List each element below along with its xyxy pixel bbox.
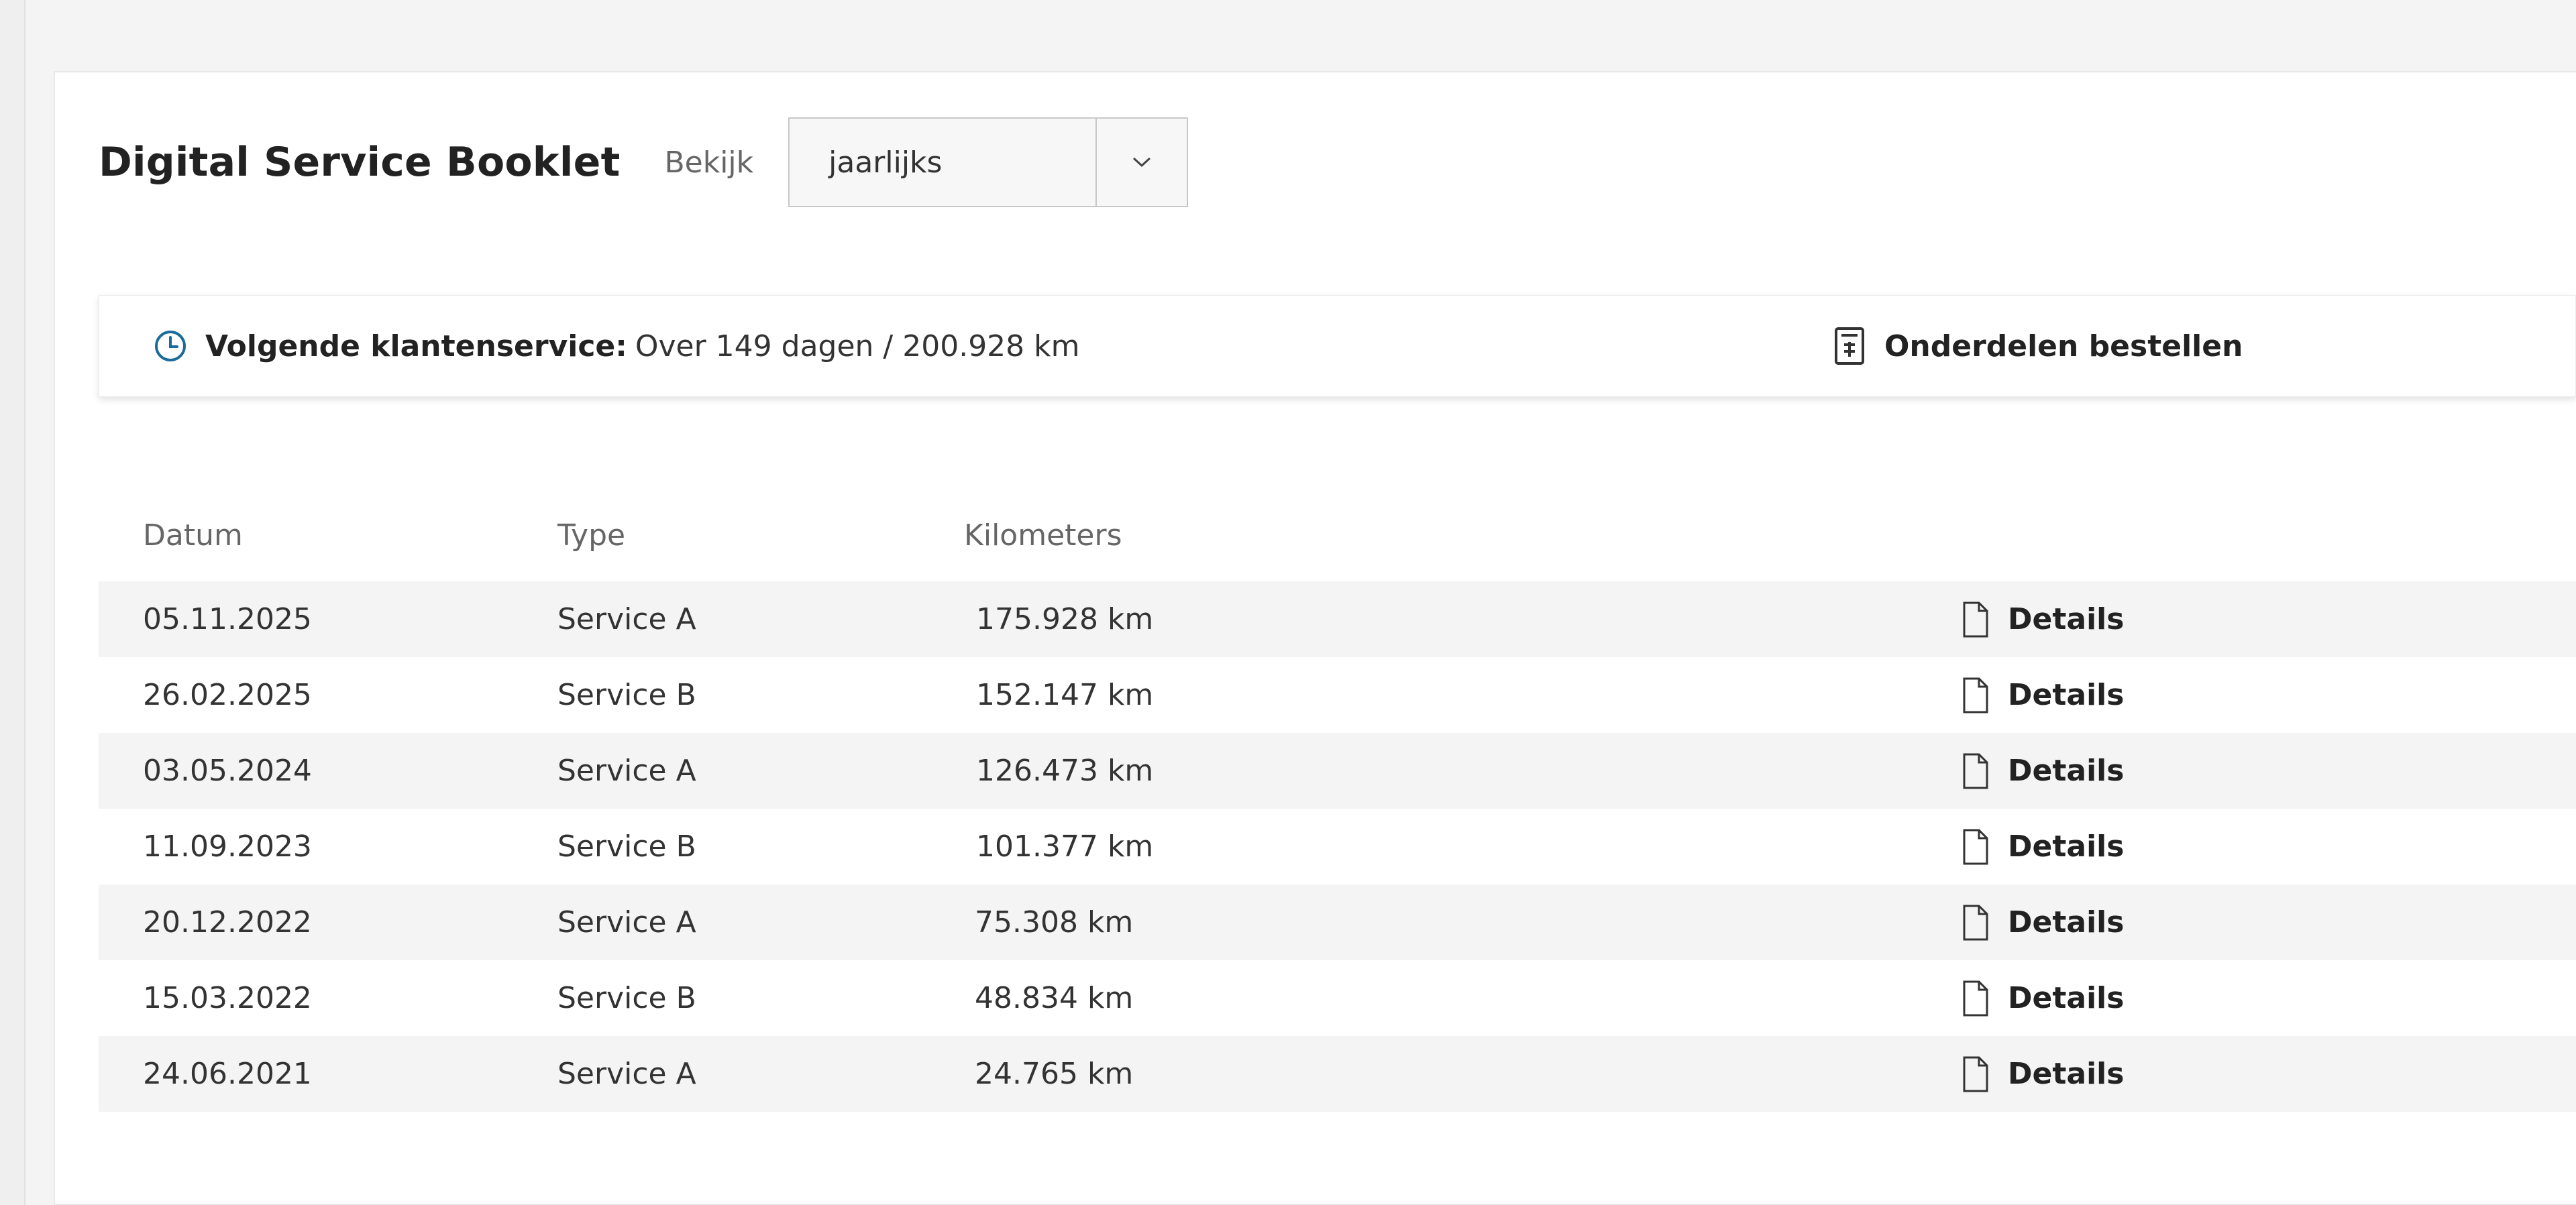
view-label: Bekijk — [664, 145, 754, 180]
info-bar: Volgende klantenservice: Over 149 dagen … — [99, 295, 2576, 397]
page-left-edge — [0, 0, 25, 1205]
details-link[interactable]: Details — [1962, 809, 2124, 884]
row-kilometers: 175.928 km — [976, 602, 1154, 636]
row-kilometers: 126.473 km — [976, 754, 1154, 788]
table-row: 03.05.2024 Service A 126.473 km Details — [99, 733, 2576, 809]
view-select-value: jaarlijks — [790, 119, 1097, 206]
table-header: Datum Type Kilometers — [99, 506, 2576, 581]
row-date: 24.06.2021 — [143, 1057, 312, 1091]
clock-icon — [153, 329, 188, 363]
parts-list-icon — [1833, 326, 1866, 366]
details-label: Details — [2008, 905, 2125, 939]
row-kilometers: 75.308 km — [975, 905, 1134, 939]
row-kilometers: 101.377 km — [976, 829, 1154, 864]
row-type: Service B — [557, 678, 696, 712]
row-type: Service A — [557, 602, 696, 636]
row-type: Service B — [557, 829, 696, 864]
row-type: Service A — [557, 1057, 696, 1091]
details-link[interactable]: Details — [1962, 581, 2124, 657]
details-link[interactable]: Details — [1962, 733, 2124, 809]
document-icon — [1962, 677, 1989, 714]
row-date: 15.03.2022 — [143, 981, 312, 1015]
row-date: 26.02.2025 — [143, 678, 312, 712]
column-header-kilometers: Kilometers — [964, 518, 1122, 553]
details-label: Details — [2008, 981, 2125, 1015]
row-type: Service B — [557, 981, 696, 1015]
order-parts-label: Onderdelen bestellen — [1884, 329, 2243, 363]
row-date: 20.12.2022 — [143, 905, 312, 939]
row-date: 11.09.2023 — [143, 829, 312, 864]
column-header-type: Type — [557, 518, 626, 553]
row-date: 03.05.2024 — [143, 754, 312, 788]
next-service-label: Volgende klantenservice: — [205, 329, 627, 363]
table-row: 24.06.2021 Service A 24.765 km Details — [99, 1036, 2576, 1112]
next-service-info: Volgende klantenservice: Over 149 dagen … — [153, 296, 1080, 396]
row-type: Service A — [557, 754, 696, 788]
document-icon — [1962, 601, 1989, 638]
page-title: Digital Service Booklet — [99, 139, 621, 186]
details-label: Details — [2008, 829, 2125, 864]
table-row: 15.03.2022 Service B 48.834 km Details — [99, 960, 2576, 1036]
service-history-table: Datum Type Kilometers 05.11.2025 Service… — [99, 506, 2576, 1112]
row-type: Service A — [557, 905, 696, 939]
column-header-date: Datum — [143, 518, 243, 553]
next-service-value: Over 149 dagen / 200.928 km — [635, 329, 1080, 363]
document-icon — [1962, 904, 1989, 941]
document-icon — [1962, 828, 1989, 866]
order-parts-link[interactable]: Onderdelen bestellen — [1833, 296, 2243, 396]
booklet-header: Digital Service Booklet Bekijk jaarlijks — [99, 117, 1189, 207]
table-row: 05.11.2025 Service A 175.928 km Details — [99, 581, 2576, 657]
document-icon — [1962, 1055, 1989, 1093]
details-link[interactable]: Details — [1962, 657, 2124, 733]
details-link[interactable]: Details — [1962, 960, 2124, 1036]
details-link[interactable]: Details — [1962, 884, 2124, 960]
row-date: 05.11.2025 — [143, 602, 312, 636]
row-kilometers: 48.834 km — [975, 981, 1134, 1015]
row-kilometers: 24.765 km — [975, 1057, 1134, 1091]
details-label: Details — [2008, 602, 2125, 636]
row-kilometers: 152.147 km — [976, 678, 1154, 712]
view-select[interactable]: jaarlijks — [788, 117, 1189, 207]
chevron-down-icon[interactable] — [1097, 119, 1187, 206]
document-icon — [1962, 980, 1989, 1017]
table-row: 11.09.2023 Service B 101.377 km Details — [99, 809, 2576, 884]
table-row: 20.12.2022 Service A 75.308 km Details — [99, 884, 2576, 960]
table-row: 26.02.2025 Service B 152.147 km Details — [99, 657, 2576, 733]
document-icon — [1962, 752, 1989, 790]
details-link[interactable]: Details — [1962, 1036, 2124, 1112]
details-label: Details — [2008, 1057, 2125, 1091]
details-label: Details — [2008, 678, 2125, 712]
details-label: Details — [2008, 754, 2125, 788]
